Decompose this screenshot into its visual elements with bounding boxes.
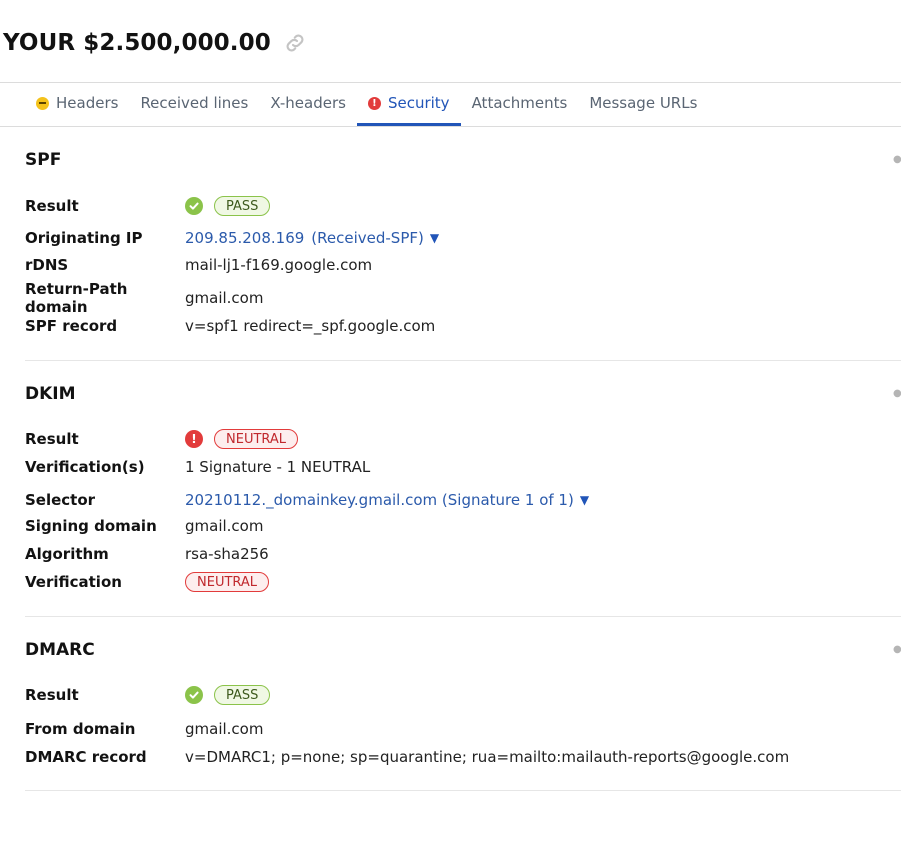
tab-bar: Headers Received lines X-headers ! Secur… — [25, 83, 708, 126]
message-title-row: YOUR $2.500,000.00 — [3, 26, 307, 60]
divider — [25, 790, 901, 791]
tab-message-urls[interactable]: Message URLs — [578, 83, 708, 126]
field-label: Result — [25, 686, 79, 704]
tab-label: Headers — [56, 94, 119, 112]
status-badge: NEUTRAL — [185, 572, 270, 592]
field-value: v=spf1 redirect=_spf.google.com — [185, 317, 436, 335]
ip-address: 209.85.208.169 — [185, 229, 305, 247]
originating-ip-link[interactable]: 209.85.208.169 (Received-SPF) ▼ — [185, 229, 439, 247]
warning-icon — [36, 96, 49, 110]
dkim-selector-row: Selector 20210112._domainkey.gmail.com (… — [25, 489, 589, 511]
divider — [25, 360, 901, 361]
error-icon: ! — [185, 430, 203, 448]
dkim-result-row: Result ! NEUTRAL — [25, 428, 299, 450]
tab-label: X-headers — [270, 94, 346, 112]
caret-down-icon: ▼ — [429, 231, 440, 245]
check-icon — [185, 686, 203, 704]
section-heading: SPF — [25, 150, 62, 170]
field-value: PASS — [185, 685, 271, 705]
tab-security[interactable]: ! Security — [356, 83, 461, 126]
dkim-signing-domain-row: Signing domain gmail.com — [25, 515, 263, 537]
dkim-verification-row: Verification NEUTRAL — [25, 571, 270, 593]
ip-source: (Received-SPF) — [311, 229, 424, 247]
field-label: Verification(s) — [25, 458, 145, 476]
check-icon — [185, 197, 203, 215]
field-label: From domain — [25, 720, 136, 738]
tab-label: Received lines — [140, 94, 249, 112]
field-value: gmail.com — [185, 289, 264, 307]
spf-return-path-row: Return-Path domain gmail.com — [25, 280, 264, 316]
field-label: DMARC record — [25, 748, 147, 766]
section-heading: DKIM — [25, 384, 76, 404]
field-label: Algorithm — [25, 545, 109, 563]
tab-label: Security — [387, 94, 450, 112]
divider — [25, 616, 901, 617]
section-heading: DMARC — [25, 640, 95, 660]
tab-label: Attachments — [471, 94, 568, 112]
page-title: YOUR $2.500,000.00 — [3, 30, 271, 56]
dkim-algorithm-row: Algorithm rsa-sha256 — [25, 543, 269, 565]
selector-link[interactable]: 20210112._domainkey.gmail.com (Signature… — [185, 491, 589, 509]
tab-attachments[interactable]: Attachments — [461, 83, 579, 126]
spf-record-row: SPF record v=spf1 redirect=_spf.google.c… — [25, 315, 435, 337]
dkim-verifications-row: Verification(s) 1 Signature - 1 NEUTRAL — [25, 456, 370, 478]
field-label: Result — [25, 197, 79, 215]
caret-down-icon: ▼ — [579, 493, 590, 507]
tab-label: Message URLs — [589, 94, 698, 112]
field-label: rDNS — [25, 256, 69, 274]
dmarc-result-row: Result PASS — [25, 684, 271, 706]
status-badge: NEUTRAL — [214, 429, 299, 449]
tab-received-lines[interactable]: Received lines — [129, 83, 259, 126]
field-value: NEUTRAL — [185, 572, 270, 592]
status-badge: PASS — [214, 196, 271, 216]
field-label: Return-Path domain — [25, 280, 128, 316]
more-icon[interactable]: ●● — [893, 154, 901, 164]
field-value: gmail.com — [185, 720, 264, 738]
field-label: Selector — [25, 491, 96, 509]
field-value: mail-lj1-f169.google.com — [185, 256, 373, 274]
more-icon[interactable]: ●● — [893, 644, 901, 654]
field-label: SPF record — [25, 317, 118, 335]
dmarc-record-row: DMARC record v=DMARC1; p=none; sp=quaran… — [25, 746, 789, 768]
field-value: rsa-sha256 — [185, 545, 269, 563]
field-value: v=DMARC1; p=none; sp=quarantine; rua=mai… — [185, 748, 790, 766]
tab-x-headers[interactable]: X-headers — [259, 83, 357, 126]
field-value: 1 Signature - 1 NEUTRAL — [185, 458, 371, 476]
dmarc-from-domain-row: From domain gmail.com — [25, 718, 263, 740]
field-value: PASS — [185, 196, 271, 216]
field-label: Originating IP — [25, 229, 143, 247]
status-badge: PASS — [214, 685, 271, 705]
field-label: Verification — [25, 573, 122, 591]
field-value: ! NEUTRAL — [185, 429, 299, 449]
spf-result-row: Result PASS — [25, 195, 271, 217]
error-icon: ! — [367, 96, 381, 110]
tab-headers[interactable]: Headers — [25, 83, 129, 126]
field-label: Result — [25, 430, 79, 448]
more-icon[interactable]: ●● — [893, 388, 901, 398]
link-icon[interactable] — [283, 31, 307, 55]
selector-value: 20210112._domainkey.gmail.com (Signature… — [185, 491, 574, 509]
divider — [0, 126, 901, 127]
field-value: gmail.com — [185, 517, 264, 535]
field-label: Signing domain — [25, 517, 157, 535]
spf-originating-ip-row: Originating IP 209.85.208.169 (Received-… — [25, 227, 439, 249]
spf-rdns-row: rDNS mail-lj1-f169.google.com — [25, 254, 372, 276]
